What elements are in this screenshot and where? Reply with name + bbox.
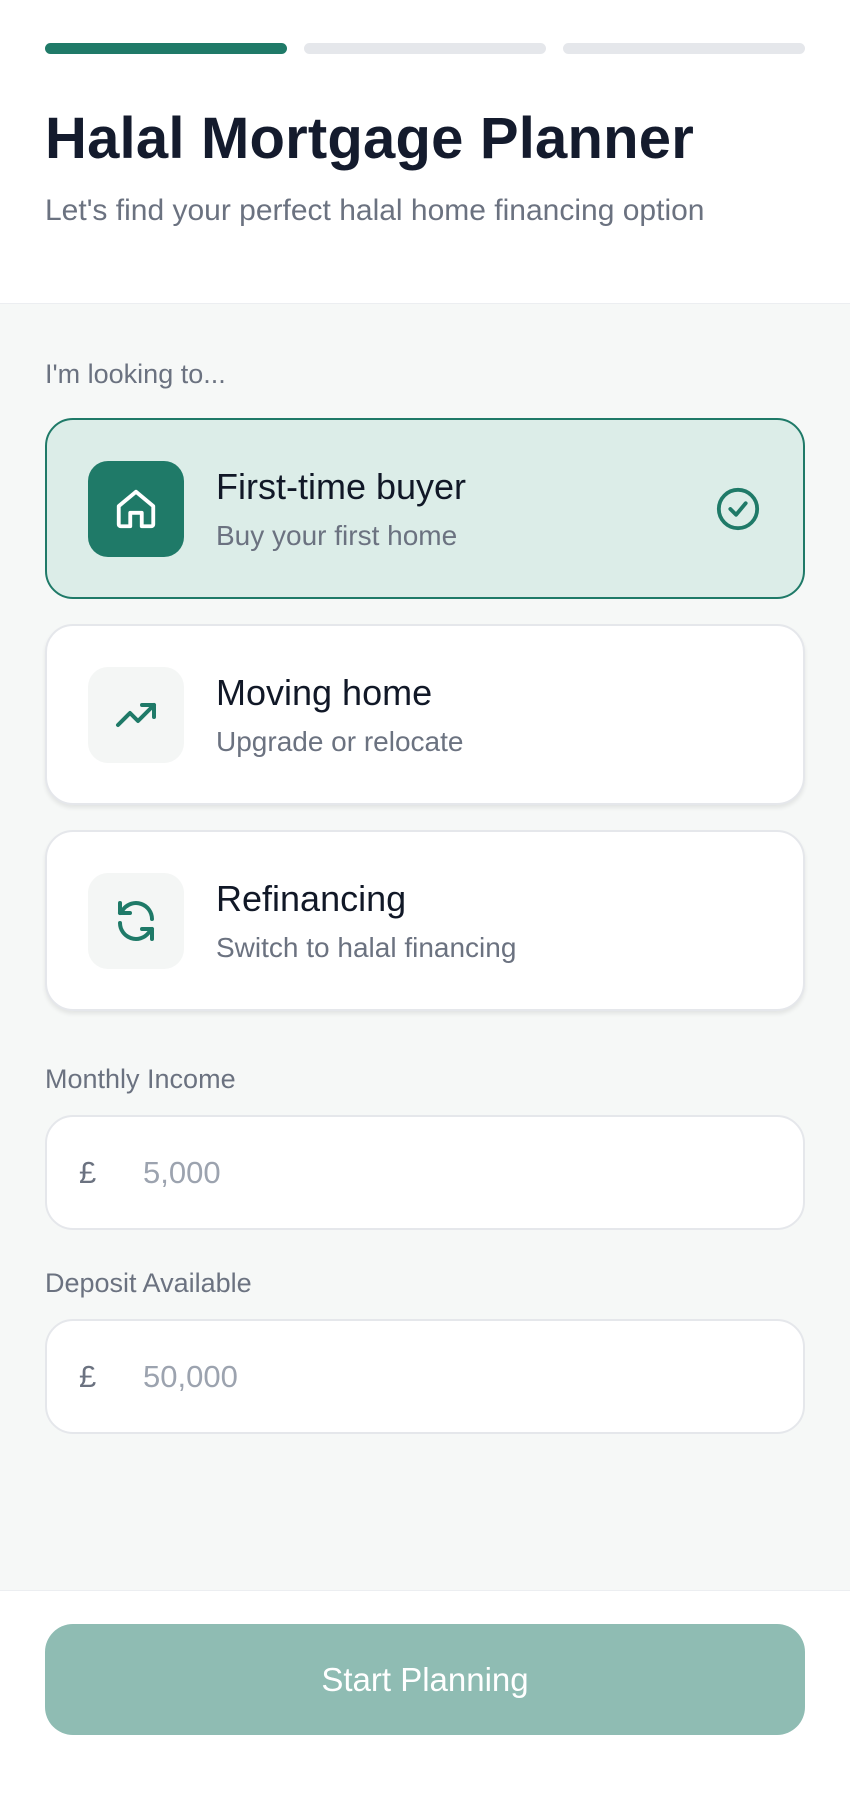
currency-symbol: £: [79, 1358, 97, 1394]
deposit-input[interactable]: [143, 1358, 763, 1395]
option-first-time-buyer[interactable]: First-time buyer Buy your first home: [45, 418, 805, 599]
option-title: Refinancing: [216, 878, 407, 919]
currency-symbol: £: [79, 1154, 97, 1190]
page-subtitle: Let's find your perfect halal home finan…: [45, 194, 705, 227]
option-title: Moving home: [216, 672, 433, 713]
start-planning-button[interactable]: Start Planning: [45, 1624, 805, 1735]
refresh-icon: [88, 873, 184, 969]
option-moving-home[interactable]: Moving home Upgrade or relocate: [45, 624, 805, 805]
main-content: I'm looking to...: [0, 359, 850, 390]
footer: Start Planning: [0, 1590, 850, 1793]
monthly-income-label: Monthly Income: [45, 1064, 236, 1094]
page-title: Halal Mortgage Planner: [45, 106, 694, 171]
option-description: Upgrade or relocate: [216, 726, 464, 757]
monthly-income-field: £: [45, 1115, 805, 1230]
option-description: Buy your first home: [216, 520, 458, 551]
deposit-label: Deposit Available: [45, 1268, 252, 1298]
option-refinancing[interactable]: Refinancing Switch to halal financing: [45, 830, 805, 1011]
trending-up-icon: [88, 667, 184, 763]
progress-step-3: [563, 43, 805, 54]
monthly-income-input[interactable]: [143, 1154, 763, 1191]
progress-step-1: [45, 43, 287, 54]
progress-step-2: [304, 43, 546, 54]
home-icon: [88, 461, 184, 557]
option-description: Switch to halal financing: [216, 932, 517, 963]
check-circle-icon: [716, 487, 760, 531]
deposit-field: £: [45, 1319, 805, 1434]
header: Halal Mortgage Planner Let's find your p…: [0, 0, 850, 304]
option-title: First-time buyer: [216, 466, 467, 507]
progress-bar: [45, 0, 805, 54]
intent-label: I'm looking to...: [45, 359, 226, 389]
